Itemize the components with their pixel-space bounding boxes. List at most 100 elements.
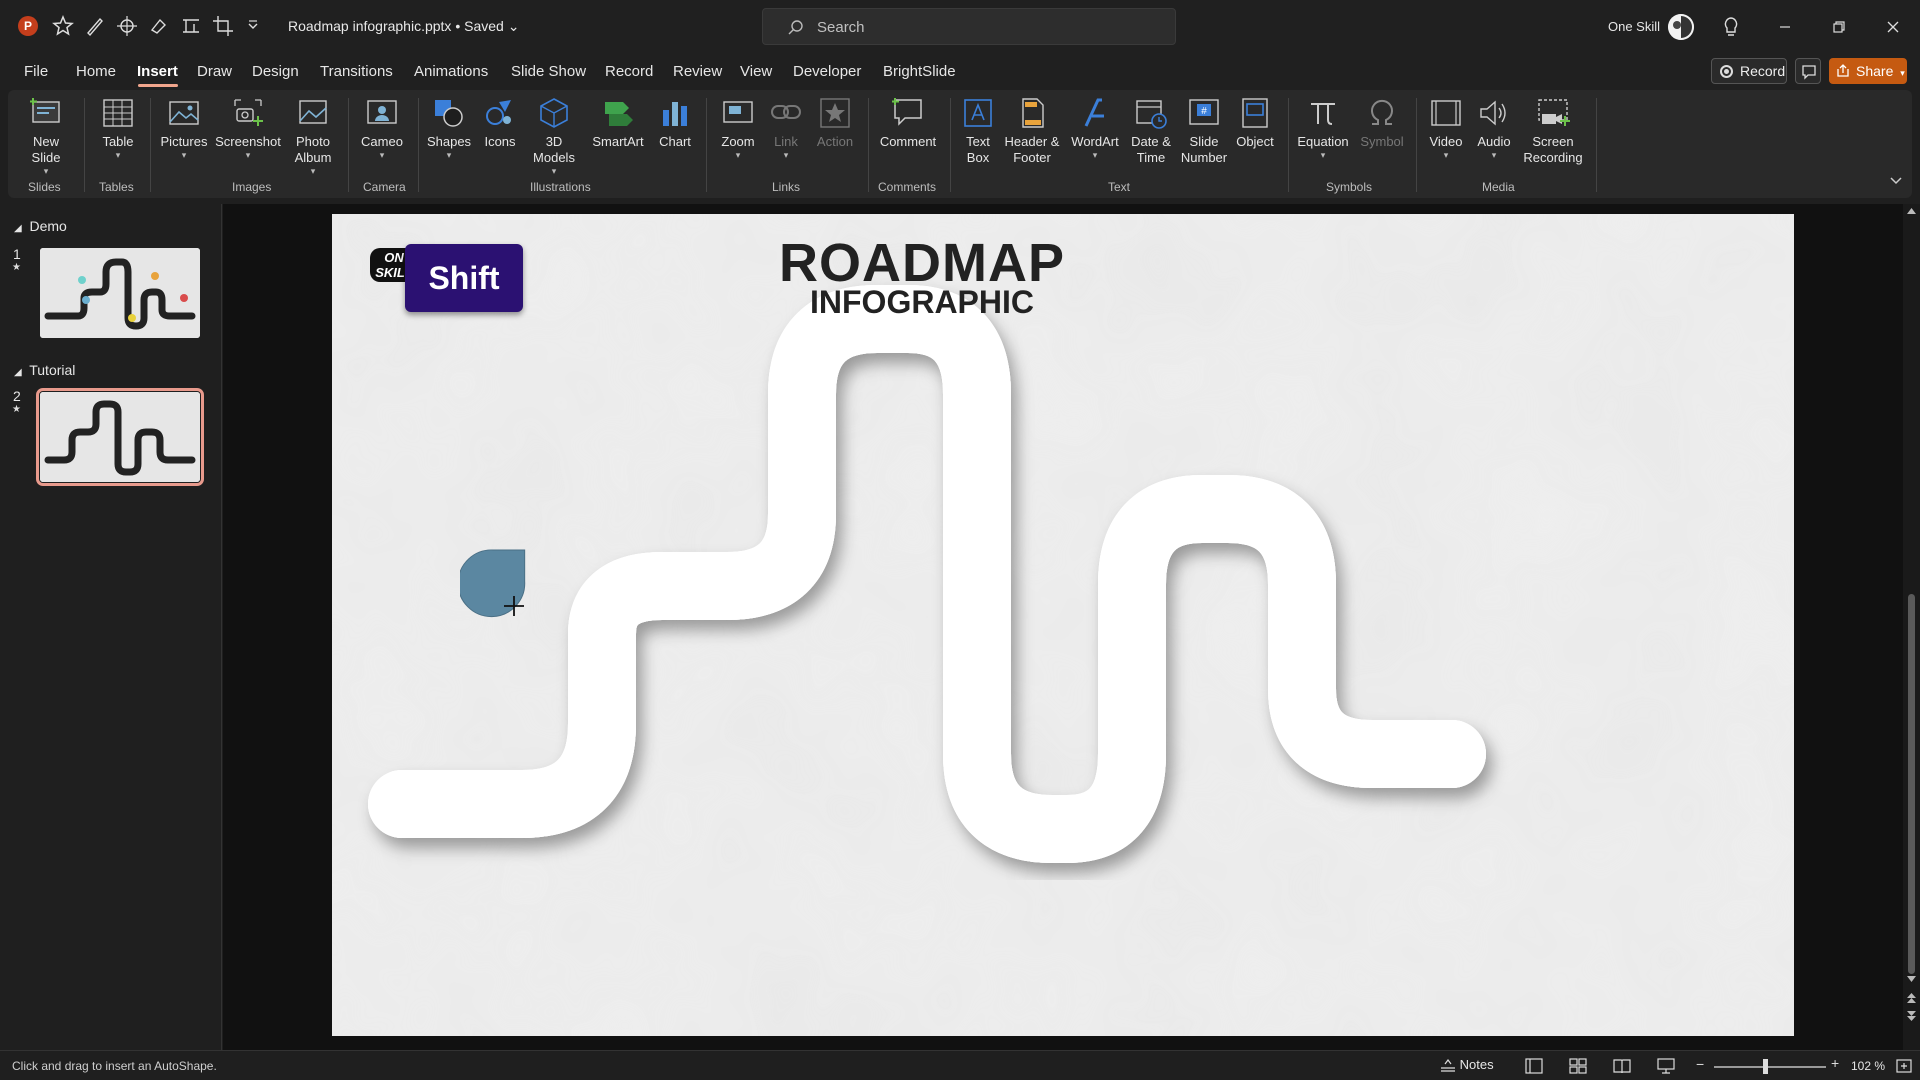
draw-pen-icon[interactable]: [84, 14, 106, 38]
wordart-button[interactable]: WordArt ▾: [1066, 96, 1124, 160]
tab-file[interactable]: File: [24, 63, 48, 80]
search-icon: [788, 20, 803, 35]
document-title[interactable]: Roadmap infographic.pptx • Saved ⌄: [288, 18, 519, 35]
user-name[interactable]: One Skill: [1608, 19, 1660, 34]
ribbon-separator: [150, 98, 151, 192]
ribbon-separator: [1416, 98, 1417, 192]
ribbon-separator: [348, 98, 349, 192]
autosave-icon[interactable]: [52, 14, 74, 38]
icons-icon: [486, 100, 511, 125]
shapes-icon: [435, 100, 463, 127]
table-button[interactable]: Table ▾: [92, 96, 144, 160]
video-button[interactable]: Video ▾: [1422, 96, 1470, 160]
reading-view-icon[interactable]: [1612, 1057, 1632, 1075]
symbol-button[interactable]: Symbol: [1356, 96, 1408, 150]
share-button[interactable]: Share ▾: [1829, 58, 1907, 84]
tab-design[interactable]: Design: [252, 63, 299, 80]
zoom-button[interactable]: Zoom ▾: [712, 96, 764, 160]
action-button[interactable]: Action: [810, 96, 860, 150]
tab-home[interactable]: Home: [76, 63, 116, 80]
ribbon-separator: [84, 98, 85, 192]
slideshow-view-icon[interactable]: [1656, 1057, 1676, 1075]
audio-button[interactable]: Audio ▾: [1470, 96, 1518, 160]
teardrop-shape[interactable]: [460, 548, 540, 628]
scroll-thumb[interactable]: [1908, 594, 1915, 974]
section-tutorial[interactable]: ◢ Tutorial: [14, 362, 75, 378]
notes-button[interactable]: Notes: [1440, 1057, 1494, 1072]
vertical-scrollbar[interactable]: [1903, 204, 1920, 1050]
date-time-button[interactable]: Date & Time: [1124, 96, 1178, 166]
pictures-icon: [169, 101, 199, 125]
3d-models-button[interactable]: 3D Models ▾: [524, 96, 584, 176]
tab-view[interactable]: View: [740, 63, 772, 80]
pictures-button[interactable]: Pictures ▾: [156, 96, 212, 160]
slide-thumbnail-1[interactable]: [40, 248, 200, 338]
slide-sorter-icon[interactable]: [1568, 1057, 1588, 1075]
previous-slide-icon[interactable]: [1906, 992, 1917, 1004]
slide-thumbnail-2[interactable]: [36, 388, 204, 486]
format-painter-icon[interactable]: [148, 14, 170, 38]
search-input[interactable]: [817, 15, 1157, 39]
tab-review[interactable]: Review: [673, 63, 722, 80]
icons-button[interactable]: Icons: [476, 96, 524, 150]
zoom-in-icon[interactable]: +: [1831, 1055, 1839, 1071]
scroll-down-icon[interactable]: [1906, 974, 1917, 984]
cameo-button[interactable]: Cameo ▾: [354, 96, 410, 160]
section-demo[interactable]: ◢ Demo: [14, 218, 67, 234]
crop-icon[interactable]: [212, 14, 234, 38]
ribbon-separator: [868, 98, 869, 192]
normal-view-icon[interactable]: [1524, 1057, 1544, 1075]
slide-artwork: [332, 214, 1794, 1036]
zoom-level[interactable]: 102 %: [1851, 1059, 1885, 1073]
comments-button[interactable]: [1795, 58, 1821, 84]
next-slide-icon[interactable]: [1906, 1010, 1917, 1022]
comment-button[interactable]: Comment: [874, 96, 942, 150]
slide-subtitle[interactable]: INFOGRAPHIC: [752, 284, 1092, 321]
slide-thumbnails-panel: ◢ Demo 1 ★ ◢ Tutorial 2 ★: [0, 204, 222, 1050]
speaker-icon: [1480, 100, 1506, 126]
record-button[interactable]: Record: [1711, 58, 1787, 84]
move-icon[interactable]: [116, 14, 138, 38]
restore-icon[interactable]: [1826, 14, 1852, 40]
lightbulb-icon[interactable]: [1718, 14, 1744, 40]
zoom-slider[interactable]: [1714, 1066, 1826, 1068]
tab-animations[interactable]: Animations: [414, 63, 488, 80]
object-button[interactable]: Object: [1232, 96, 1278, 150]
zoom-out-icon[interactable]: −: [1696, 1056, 1704, 1072]
smartart-button[interactable]: SmartArt: [586, 96, 650, 150]
tab-developer[interactable]: Developer: [793, 63, 861, 80]
collapse-ribbon-icon[interactable]: [1888, 174, 1904, 188]
equation-button[interactable]: Equation ▾: [1292, 96, 1354, 160]
tab-slide-show[interactable]: Slide Show: [511, 63, 586, 80]
ribbon-separator: [706, 98, 707, 192]
tab-record[interactable]: Record: [605, 63, 653, 80]
header-footer-button[interactable]: Header & Footer: [1002, 96, 1062, 166]
new-slide-button[interactable]: New Slide ▾: [20, 96, 72, 176]
record-icon: [1720, 65, 1733, 78]
shapes-button[interactable]: Shapes ▾: [422, 96, 476, 160]
slide-number-button[interactable]: # Slide Number: [1178, 96, 1230, 166]
tab-brightslide[interactable]: BrightSlide: [883, 63, 956, 80]
close-icon[interactable]: [1880, 14, 1906, 40]
link-button[interactable]: Link ▾: [764, 96, 808, 160]
search-box[interactable]: [762, 8, 1176, 45]
avatar[interactable]: [1668, 14, 1694, 40]
minimize-icon[interactable]: [1772, 14, 1798, 40]
photo-album-button[interactable]: Photo Album ▾: [284, 96, 342, 176]
screenshot-button[interactable]: Screenshot ▾: [214, 96, 282, 160]
scroll-up-icon[interactable]: [1906, 206, 1917, 216]
screen-recording-button[interactable]: Screen Recording: [1518, 96, 1588, 166]
fit-to-window-icon[interactable]: [1894, 1057, 1914, 1075]
align-icon[interactable]: [180, 14, 202, 38]
zoom-slider-thumb[interactable]: [1763, 1059, 1768, 1074]
text-box-button[interactable]: Text Box: [956, 96, 1000, 166]
customize-toolbar-chevron-icon[interactable]: [246, 14, 260, 38]
tab-insert[interactable]: Insert: [137, 63, 178, 80]
tab-draw[interactable]: Draw: [197, 63, 232, 80]
slide-number-label: 2: [13, 388, 21, 404]
animation-star-icon: ★: [12, 262, 21, 273]
chart-button[interactable]: Chart: [652, 96, 698, 150]
status-message: Click and drag to insert an AutoShape.: [12, 1059, 217, 1073]
tab-transitions[interactable]: Transitions: [320, 63, 393, 80]
slide-canvas[interactable]: ON SKILL Shift ROADMAP INFOGRAPHIC: [332, 214, 1794, 1036]
